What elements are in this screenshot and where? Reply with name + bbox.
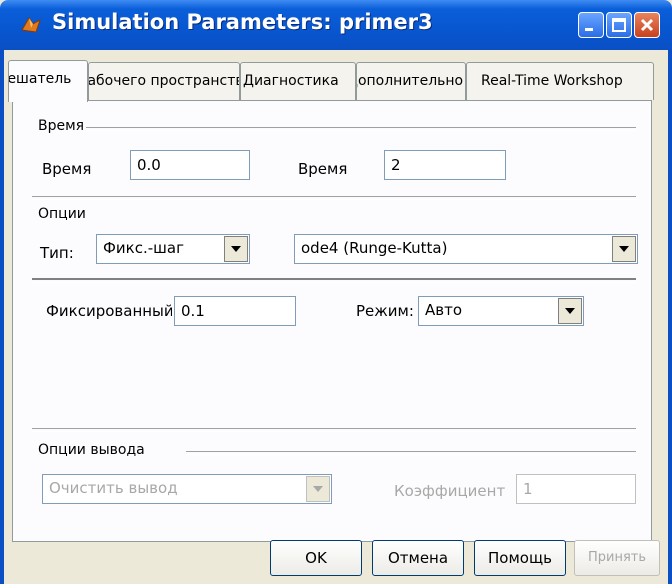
ok-button[interactable]: OK (270, 540, 362, 576)
time-group-separator (86, 127, 636, 131)
time-group-title: Время (38, 118, 85, 134)
fixed-step-label: Фиксированный (46, 302, 172, 320)
mode-label: Режим: (356, 302, 414, 320)
close-button[interactable] (634, 12, 660, 38)
refine-factor-input[interactable]: 1 (516, 474, 636, 504)
section-separator-1 (32, 196, 636, 200)
stop-time-input[interactable]: 2 (384, 150, 506, 180)
solver-dropdown-button[interactable] (612, 236, 636, 262)
output-group-title: Опции вывода (38, 442, 145, 458)
output-options-dropdown-button[interactable] (306, 476, 330, 502)
output-options-select[interactable]: Очистить вывод (42, 474, 332, 504)
close-icon (640, 18, 654, 32)
tab-workspace[interactable]: Рабочего пространства (88, 62, 240, 100)
help-button[interactable]: Помощь (474, 540, 566, 576)
minimize-icon (585, 28, 593, 31)
tab-diagnostics[interactable]: Диагностика (240, 62, 356, 100)
tab-advanced[interactable]: Дополнительно (356, 62, 466, 100)
cancel-button[interactable]: Отмена (372, 540, 464, 576)
mode-dropdown-button[interactable] (558, 298, 582, 324)
section-separator-2 (32, 428, 636, 432)
chevron-down-icon (231, 246, 241, 252)
chevron-down-icon (565, 308, 575, 314)
title-bar[interactable]: Simulation Parameters: primer3 (0, 0, 672, 50)
window-frame-left (0, 50, 4, 584)
window-title: Simulation Parameters: primer3 (52, 10, 433, 34)
solver-type-label: Тип: (40, 244, 74, 262)
solver-type-select[interactable]: Фикс.-шаг (96, 234, 250, 264)
refine-factor-label: Коэффициент (394, 482, 506, 500)
solver-select[interactable]: ode4 (Runge-Kutta) (294, 234, 638, 264)
tab-real-time-workshop[interactable]: Real-Time Workshop (466, 62, 654, 100)
start-time-input[interactable]: 0.0 (130, 150, 250, 180)
options-separator (32, 278, 636, 283)
matlab-logo-icon (21, 17, 41, 33)
stop-time-label: Время (298, 160, 348, 178)
chevron-down-icon (619, 246, 629, 252)
apply-button[interactable]: Принять (574, 540, 660, 576)
mode-select[interactable]: Авто (418, 296, 584, 326)
start-time-label: Время (42, 160, 92, 178)
maximize-button[interactable] (606, 12, 632, 38)
minimize-button[interactable] (578, 12, 604, 38)
maximize-icon (612, 18, 626, 32)
options-group-title: Опции (38, 206, 86, 222)
output-group-separator (186, 451, 636, 455)
window-frame-right (668, 50, 672, 584)
fixed-step-input[interactable]: 0.1 (174, 296, 296, 326)
tab-solver[interactable]: Решатель (8, 60, 88, 102)
chevron-down-icon (313, 486, 323, 492)
solver-type-dropdown-button[interactable] (224, 236, 248, 262)
